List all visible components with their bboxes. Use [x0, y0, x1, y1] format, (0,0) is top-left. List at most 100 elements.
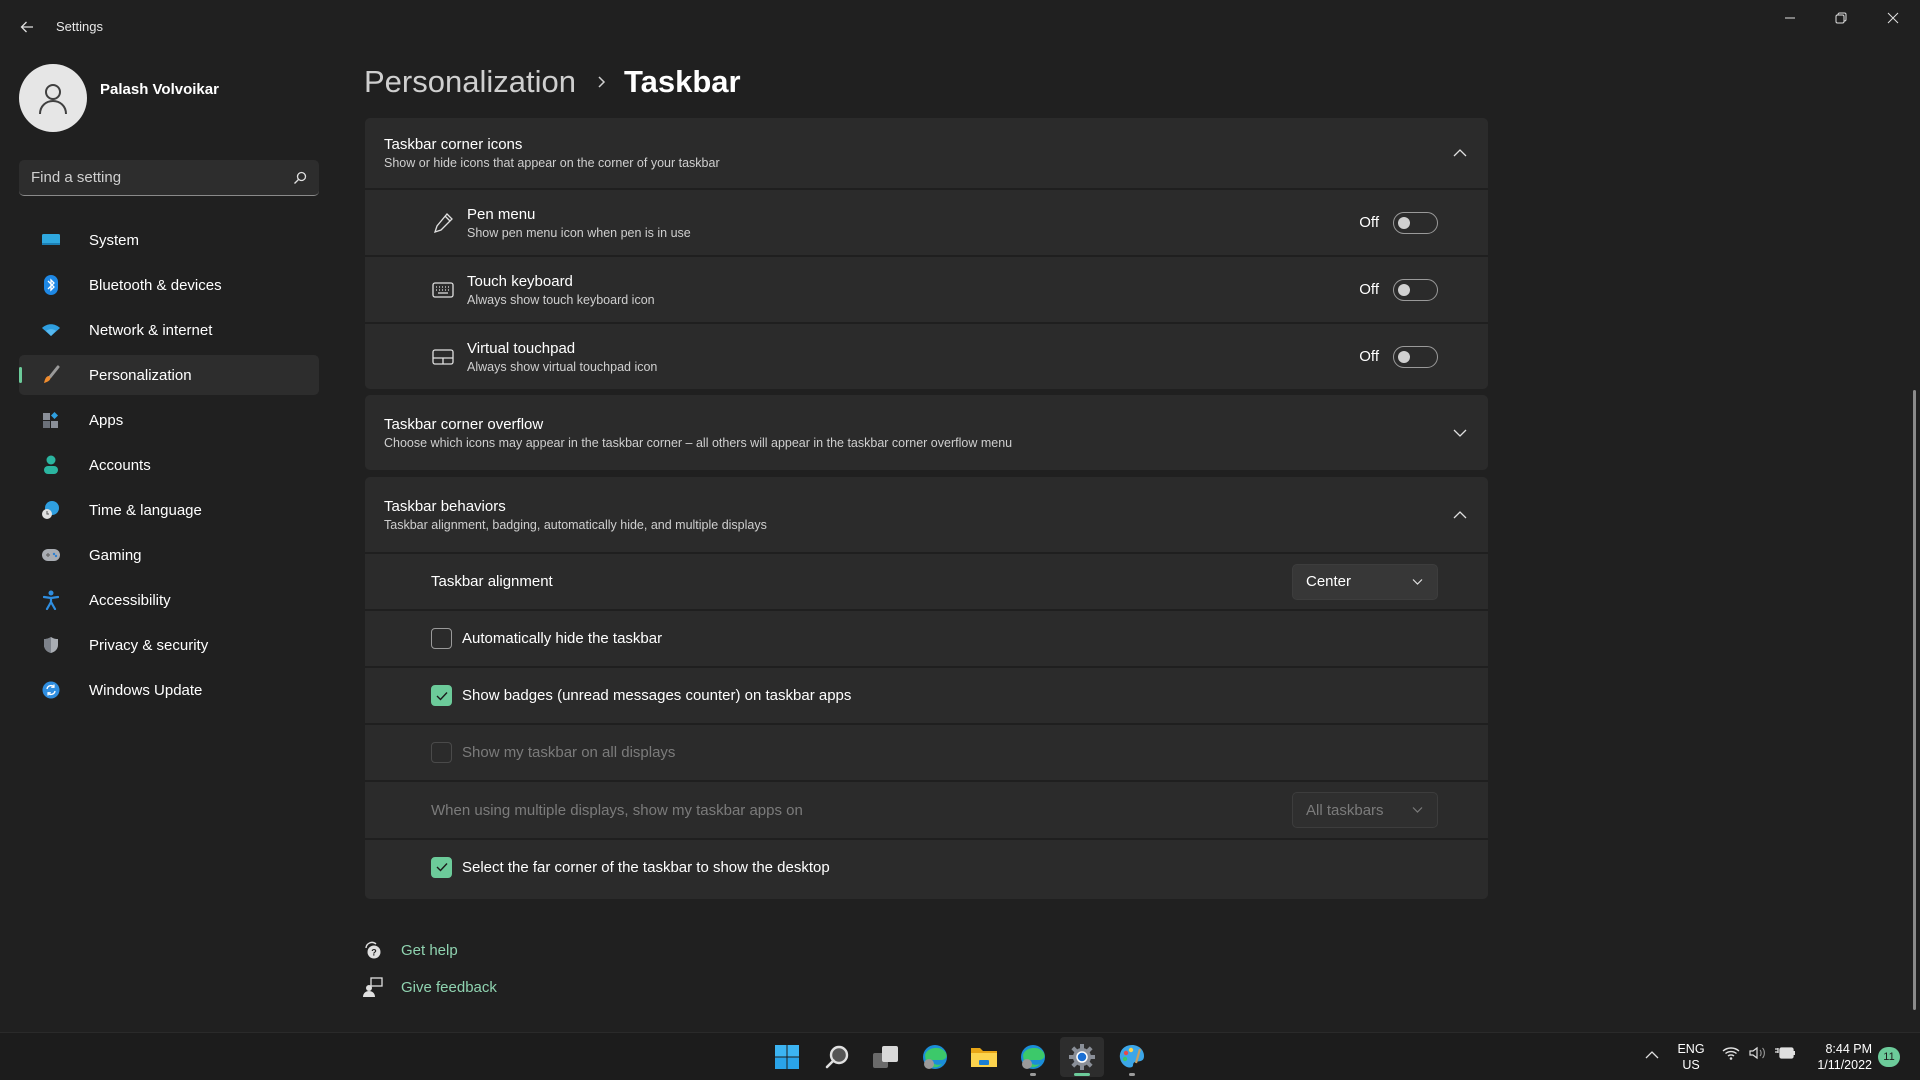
help-icon: ? [362, 939, 384, 961]
get-help-link[interactable]: ? Get help [362, 939, 458, 961]
feedback-icon [362, 976, 384, 998]
touch-keyboard-row: Touch keyboard Always show touch keyboar… [365, 255, 1488, 322]
sidebar-item-personalization[interactable]: Personalization [19, 355, 319, 395]
give-feedback-link[interactable]: Give feedback [362, 976, 497, 998]
all-displays-checkbox[interactable] [431, 742, 452, 763]
dropdown-value: Center [1306, 573, 1352, 590]
date: 1/11/2022 [1817, 1058, 1872, 1072]
paintbrush-icon [41, 365, 61, 385]
taskbar-edge-button[interactable] [913, 1037, 957, 1077]
toggle-state-label: Off [1359, 281, 1379, 298]
taskbar-search-button[interactable] [815, 1037, 859, 1077]
behaviors-header[interactable]: Taskbar behaviors Taskbar alignment, bad… [365, 477, 1488, 552]
auto-hide-checkbox[interactable] [431, 628, 452, 649]
sidebar-item-label: System [89, 231, 140, 249]
sidebar-item-label: Gaming [89, 546, 142, 564]
taskbar-task-view-button[interactable] [864, 1037, 908, 1077]
minimize-icon [1785, 17, 1795, 19]
globe-clock-icon [41, 500, 61, 520]
battery-charging-icon [1775, 1047, 1795, 1059]
taskbar-paint-button[interactable] [1110, 1037, 1154, 1077]
taskbar-start-button[interactable] [765, 1037, 809, 1077]
row-title: Virtual touchpad [467, 339, 576, 357]
sidebar-item-label: Time & language [89, 501, 202, 519]
behaviors-section: Taskbar behaviors Taskbar alignment, bad… [365, 477, 1488, 899]
chevron-down-icon[interactable] [1452, 425, 1468, 441]
sidebar-item-label: Bluetooth & devices [89, 276, 222, 294]
sidebar-item-label: Accounts [89, 456, 151, 474]
clock[interactable]: 8:44 PM 1/11/2022 [1808, 1041, 1872, 1073]
sidebar-item-accessibility[interactable]: Accessibility [19, 580, 319, 620]
taskbar-settings-button[interactable] [1060, 1037, 1104, 1077]
region-code: US [1682, 1058, 1700, 1072]
edge-icon [1021, 1045, 1045, 1069]
quick-settings-button[interactable] [1722, 1045, 1796, 1061]
all-displays-row: Show my taskbar on all displays [365, 723, 1488, 780]
notification-badge[interactable]: 11 [1878, 1047, 1900, 1067]
multi-display-dropdown[interactable]: All taskbars [1292, 792, 1438, 828]
multi-display-label: When using multiple displays, show my ta… [431, 801, 803, 819]
far-corner-label[interactable]: Select the far corner of the taskbar to … [462, 859, 830, 876]
sidebar-item-apps[interactable]: Apps [19, 400, 319, 440]
toggle-state-label: Off [1359, 348, 1379, 365]
show-hidden-icons-button[interactable] [1642, 1045, 1662, 1065]
sidebar-item-privacy[interactable]: Privacy & security [19, 625, 319, 665]
folder-icon [971, 1048, 997, 1067]
pen-menu-row: Pen menu Show pen menu icon when pen is … [365, 188, 1488, 255]
taskbar-file-explorer-button[interactable] [962, 1037, 1006, 1077]
scrollbar[interactable] [1913, 390, 1916, 1010]
checkmark-icon [436, 691, 448, 701]
wifi-icon [1722, 1047, 1740, 1060]
auto-hide-label[interactable]: Automatically hide the taskbar [462, 630, 662, 647]
language-indicator[interactable]: ENG US [1676, 1041, 1706, 1073]
pen-icon [431, 211, 455, 235]
chevron-up-icon[interactable] [1452, 507, 1468, 523]
edge-icon [923, 1045, 947, 1069]
back-button[interactable] [14, 14, 40, 40]
search-box[interactable] [19, 160, 319, 196]
touch-keyboard-toggle[interactable] [1393, 278, 1438, 301]
sidebar-item-label: Accessibility [89, 591, 171, 609]
pen-menu-toggle[interactable] [1393, 211, 1438, 234]
corner-icons-header[interactable]: Taskbar corner icons Show or hide icons … [365, 118, 1488, 188]
close-button[interactable] [1870, 4, 1916, 32]
sidebar-item-gaming[interactable]: Gaming [19, 535, 319, 575]
taskbar-edge-button-2[interactable] [1011, 1037, 1055, 1077]
breadcrumb-parent[interactable]: Personalization [364, 64, 576, 100]
section-title: Taskbar corner overflow [384, 415, 544, 433]
wifi-icon [41, 320, 61, 340]
refresh-icon [41, 680, 61, 700]
sidebar-nav: System Bluetooth & devices Network & int… [19, 220, 319, 715]
running-indicator [1129, 1073, 1135, 1076]
chevron-down-icon [1412, 807, 1423, 814]
sidebar-item-bluetooth[interactable]: Bluetooth & devices [19, 265, 319, 305]
badges-checkbox[interactable] [431, 685, 452, 706]
virtual-touchpad-toggle[interactable] [1393, 345, 1438, 368]
minimize-button[interactable] [1767, 4, 1813, 32]
running-indicator [1030, 1073, 1036, 1076]
far-corner-checkbox[interactable] [431, 856, 452, 878]
search-input[interactable] [31, 169, 293, 186]
gamepad-icon [41, 545, 61, 565]
corner-overflow-header[interactable]: Taskbar corner overflow Choose which ico… [365, 395, 1488, 470]
sidebar-item-windows-update[interactable]: Windows Update [19, 670, 319, 710]
get-help-label[interactable]: Get help [401, 942, 458, 959]
badges-label[interactable]: Show badges (unread messages counter) on… [462, 687, 851, 704]
sidebar-item-system[interactable]: System [19, 220, 319, 260]
section-title: Taskbar corner icons [384, 136, 523, 153]
sidebar-item-accounts[interactable]: Accounts [19, 445, 319, 485]
sidebar-item-network[interactable]: Network & internet [19, 310, 319, 350]
section-subtitle: Choose which icons may appear in the tas… [384, 435, 1013, 450]
sidebar-item-label: Privacy & security [89, 636, 209, 654]
sidebar-item-label: Windows Update [89, 681, 203, 699]
avatar[interactable] [19, 64, 87, 132]
give-feedback-label[interactable]: Give feedback [401, 979, 497, 996]
restore-button[interactable] [1818, 4, 1864, 32]
taskbar-alignment-dropdown[interactable]: Center [1292, 563, 1438, 600]
sidebar-item-label: Personalization [89, 366, 192, 384]
search-icon[interactable] [293, 171, 307, 185]
sidebar-item-time-language[interactable]: Time & language [19, 490, 319, 530]
toggle-state-label: Off [1359, 214, 1379, 231]
far-corner-row: Select the far corner of the taskbar to … [365, 838, 1488, 894]
chevron-up-icon[interactable] [1452, 145, 1468, 161]
